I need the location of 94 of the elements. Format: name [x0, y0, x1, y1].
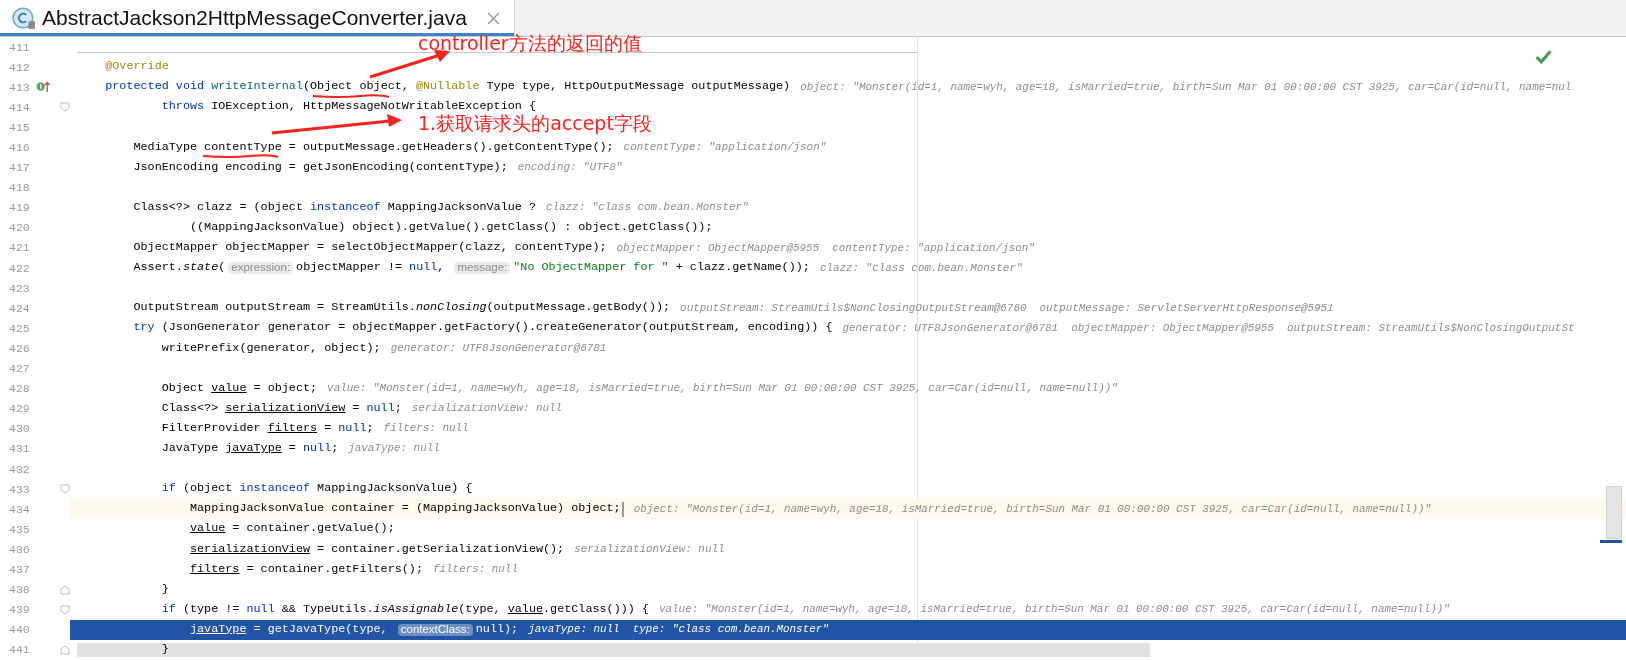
- code-text: serializationView = container.getSerializationView();: [189, 543, 565, 556]
- code-text: MappingJacksonValue container = (MappingJacksonValue) object;: [189, 503, 621, 516]
- line-number: 429: [9, 402, 30, 416]
- code-text: value = container.getValue();: [189, 523, 395, 536]
- file-tab[interactable]: AbstractJackson2HttpMessageConverter.java: [0, 0, 515, 36]
- code-text: JsonEncoding encoding = getJsonEncoding(contentType);: [133, 161, 508, 174]
- code-text: Object value = object;: [161, 382, 318, 395]
- line-number: 417: [9, 161, 30, 175]
- debug-value-hint: clazz: "class com.bean.Monster": [545, 202, 749, 214]
- line-number: 431: [9, 442, 30, 456]
- debug-value-hint: javaType: null: [348, 443, 440, 455]
- fold-icon[interactable]: [60, 584, 70, 595]
- line-number: 437: [9, 563, 30, 576]
- line-number: 423: [9, 281, 30, 295]
- line-number: 413: [9, 80, 30, 94]
- line-number: 432: [9, 462, 30, 476]
- parameter-hint: contextClass:: [397, 624, 473, 636]
- scroll-marker: [1600, 540, 1622, 543]
- line-number: 418: [9, 181, 30, 195]
- code-text: Assert.state(: [133, 262, 226, 274]
- debug-value-hint: clazz: "class com.bean.Monster": [819, 262, 1023, 274]
- class-file-icon: [12, 6, 36, 30]
- annotation-text: 1.获取请求头的accept字段: [418, 111, 652, 136]
- line-number: 436: [9, 542, 30, 556]
- debug-value-hint: objectMapper: ObjectMapper@5955 contentType: "application/json": [616, 242, 1035, 254]
- debug-value-hint: serializationView: null: [411, 403, 563, 415]
- line-number: 411: [9, 40, 30, 54]
- code-text: protected void writeInternal(Object object, @Nullable Type type, HttpOutputMessage outputMessage): [105, 81, 791, 94]
- line-number: 424: [9, 301, 30, 315]
- fold-icon[interactable]: [60, 484, 70, 495]
- line-number: 412: [9, 60, 30, 74]
- debug-value-hint: generator: UTF8JsonGenerator@6781: [390, 343, 607, 354]
- fold-icon[interactable]: [60, 604, 70, 615]
- line-number: 434: [9, 502, 30, 516]
- line-number: 438: [9, 583, 30, 597]
- debug-value-hint: outputStream: StreamUtils$NonClosingOutputStream@6760 outputMessage: ServletServerHttpResponse@5951: [680, 302, 1334, 314]
- line-number: 415: [9, 120, 30, 134]
- scrollbar-thumb[interactable]: [1606, 486, 1622, 539]
- line-number: 430: [9, 422, 30, 436]
- code-text: filters = container.getFilters();: [189, 563, 423, 576]
- line-number: 420: [9, 221, 30, 235]
- code-text: @Override: [105, 61, 169, 74]
- debug-value-hint: contentType: "application/json": [623, 142, 827, 153]
- code-text: FilterProvider filters = null;: [161, 422, 374, 435]
- scrollbar-thumb[interactable]: [77, 643, 1150, 657]
- code-text: JavaType javaType = null;: [161, 443, 339, 455]
- check-icon: [1535, 49, 1552, 64]
- code-text: writePrefix(generator, object);: [161, 342, 381, 355]
- code-text: throws IOException, HttpMessageNotWritableException {: [161, 101, 536, 114]
- debug-value-hint: filters: null: [433, 564, 518, 575]
- code-text: }: [161, 643, 169, 656]
- fold-icon[interactable]: [60, 102, 70, 113]
- code-text: OutputStream outputStream = StreamUtils.nonClosing(outputMessage.getBody());: [133, 302, 671, 315]
- code-text: null);: [475, 623, 519, 636]
- close-icon[interactable]: [486, 11, 500, 25]
- debug-value-hint: value: "Monster(id=1, name=wyh, age=18, isMarried=true, birth=Sun Mar 01 00:00:00 CST 3925, car=Car(id=null, name=null))": [327, 383, 1118, 395]
- code-text: Class<?> clazz = (object instanceof MappingJacksonValue ?: [133, 201, 536, 214]
- code-text: try (JsonGenerator generator = objectMapper.getFactory().createGenerator(outputStream, encoding)) {: [133, 322, 833, 335]
- debug-value-hint: javaType: null type: "class com.bean.Monster": [528, 624, 829, 636]
- code-text: "No ObjectMapper for " + clazz.getName());: [513, 262, 810, 274]
- line-number: 426: [9, 341, 30, 355]
- code-text: MediaType contentType = outputMessage.getHeaders().getContentType();: [133, 141, 614, 154]
- code-text: if (object instanceof MappingJacksonValue) {: [161, 483, 473, 495]
- line-number: 421: [9, 241, 30, 255]
- parameter-hint: message:: [454, 262, 511, 274]
- line-number: 419: [9, 201, 30, 215]
- line-number: 425: [9, 321, 30, 335]
- line-number: 440: [9, 623, 30, 637]
- debug-value-hint: filters: null: [383, 423, 469, 435]
- code-text: javaType = getJavaType(type,: [189, 623, 389, 636]
- line-number: 416: [9, 141, 30, 154]
- implements-icon[interactable]: [36, 80, 51, 94]
- line-number: 439: [9, 603, 30, 617]
- line-number: 422: [9, 261, 30, 275]
- code-text: objectMapper != null,: [296, 262, 446, 274]
- line-number: 433: [9, 482, 30, 496]
- code-text: Class<?> serializationView = null;: [161, 402, 402, 415]
- code-text: if (type != null && TypeUtils.isAssignable(type, value.getClass())) {: [161, 603, 649, 616]
- line-number: 427: [9, 362, 30, 376]
- line-number: 435: [9, 522, 30, 536]
- debug-value-hint: serializationView: null: [574, 543, 725, 555]
- fold-icon[interactable]: [60, 644, 70, 655]
- debug-value-hint: encoding: "UTF8": [517, 162, 623, 174]
- parameter-hint: expression:: [228, 262, 294, 274]
- line-number: 414: [9, 100, 30, 114]
- code-text: ((MappingJacksonValue) object).getValue().getClass() : object.getClass());: [189, 222, 713, 234]
- line-number: 428: [9, 382, 30, 396]
- debug-value-hint: object: "Monster(id=1, name=wyh, age=18, isMarried=true, birth=Sun Mar 01 00:00:00 CST 3925, car=Car(id=null, name=nul: [800, 81, 1572, 93]
- code-text: ObjectMapper objectMapper = selectObjectMapper(clazz, contentType);: [133, 242, 607, 254]
- debug-value-hint: value: "Monster(id=1, name=wyh, age=18, isMarried=true, birth=Sun Mar 01 00:00:00 CST 3925, car=Car(id=null, name=null))": [659, 604, 1450, 616]
- line-number: 441: [9, 643, 30, 657]
- debug-value-hint: generator: UTF8JsonGenerator@6781 objectMapper: ObjectMapper@5955 outputStream: StreamUtils$NonClosingOutputSt: [842, 322, 1575, 334]
- code-text: }: [161, 583, 169, 596]
- debug-value-hint: object: "Monster(id=1, name=wyh, age=18, isMarried=true, birth=Sun Mar 01 00:00:00 CST 3925, car=Car(id=null, name=null))": [633, 503, 1431, 515]
